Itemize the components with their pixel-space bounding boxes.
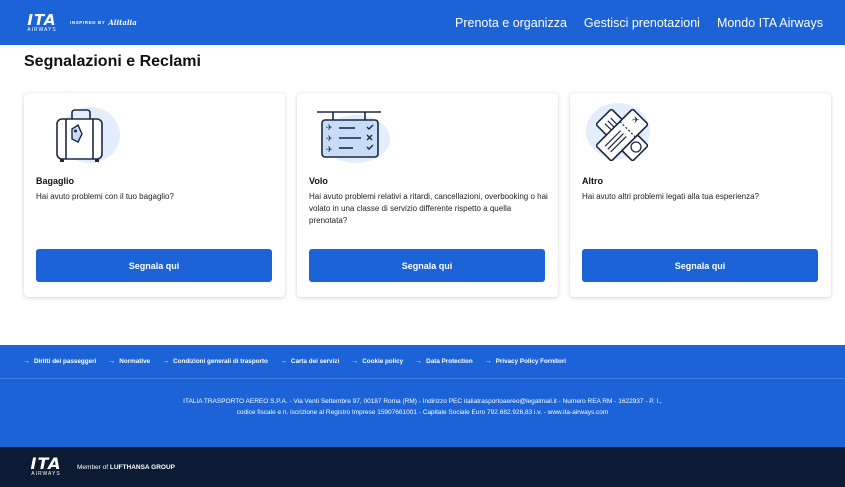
legal-text: ITALIA TRASPORTO AEREO S.P.A. - Via Vent… — [183, 398, 662, 416]
nav-gestisci[interactable]: Gestisci prenotazioni — [584, 16, 700, 30]
logo-text: ITA — [27, 10, 57, 29]
svg-text:✈: ✈ — [326, 123, 333, 132]
footer-link-privacy-fornitori[interactable]: → Privacy Policy Fornitori — [485, 358, 566, 365]
logo-subtext: AIRWAYS — [31, 471, 61, 477]
member-prefix: Member of — [77, 463, 109, 471]
inspired-by-label: INSPIRED BY — [70, 20, 106, 25]
footer-link-condizioni[interactable]: → Condizioni generali di trasporto — [162, 358, 268, 365]
card-title: Altro — [582, 176, 603, 186]
footer-link-label: Normative — [119, 358, 151, 365]
inspired-by-alitalia: INSPIRED BY Alitalia — [70, 18, 137, 27]
card-altro: ✈ Altro Hai avuto altri problemi legati … — [570, 93, 831, 297]
report-cards: Bagaglio Hai avuto problemi con il tuo b… — [24, 93, 831, 297]
card-bagaglio: Bagaglio Hai avuto problemi con il tuo b… — [24, 93, 285, 297]
card-title: Volo — [309, 176, 328, 186]
card-description: Hai avuto altri problemi legati alla tua… — [582, 192, 759, 201]
card-volo: ✈ ✈ ✈ Volo Hai avuto problemi relativi a… — [297, 93, 558, 297]
footer-link-carta[interactable]: → Carta dei servizi — [280, 358, 339, 365]
page-title: Segnalazioni e Reclami — [24, 53, 201, 70]
arrow-right-icon: → — [108, 358, 116, 365]
footer-link-label: Condizioni generali di trasporto — [173, 358, 268, 365]
footer-legal: ITALIA TRASPORTO AEREO S.P.A. - Via Vent… — [0, 379, 845, 447]
arrow-right-icon: → — [279, 358, 287, 365]
main-nav: Prenota e organizza Gestisci prenotazion… — [455, 16, 823, 30]
ita-airways-logo[interactable]: ITA AIRWAYS — [24, 10, 60, 33]
arrow-right-icon: → — [23, 358, 30, 365]
arrow-right-icon: → — [415, 358, 423, 365]
card-title: Bagaglio — [36, 176, 75, 186]
member-of-lufthansa: Member of LUFTHANSA GROUP — [77, 464, 175, 471]
card-description: Hai avuto problemi con il tuo bagaglio? — [36, 192, 174, 201]
segnala-volo-button[interactable]: Segnala qui — [309, 249, 545, 282]
member-group: LUFTHANSA GROUP — [109, 463, 176, 471]
luggage-icon — [56, 107, 120, 163]
top-header: ITA AIRWAYS INSPIRED BY Alitalia Prenota… — [0, 0, 845, 45]
logo-subtext: AIRWAYS — [27, 26, 57, 33]
svg-text:✈: ✈ — [326, 145, 333, 154]
ita-airways-footer-logo[interactable]: ITA AIRWAYS — [24, 454, 68, 478]
card-description: Hai avuto problemi relativi a ritardi, c… — [309, 192, 548, 225]
arrow-right-icon: → — [351, 358, 359, 365]
footer-bottom: ITA AIRWAYS Member of LUFTHANSA GROUP — [0, 447, 845, 487]
footer-link-cookie[interactable]: → Cookie policy — [351, 358, 403, 365]
footer-link-label: Cookie policy — [362, 358, 404, 365]
footer-link-data-protection[interactable]: → Data Protection — [415, 358, 473, 365]
segnala-altro-button[interactable]: Segnala qui — [582, 249, 818, 282]
footer-link-label: Privacy Policy Fornitori — [495, 358, 567, 365]
nav-prenota[interactable]: Prenota e organizza — [455, 16, 567, 30]
departures-board-icon: ✈ ✈ ✈ — [317, 111, 390, 163]
logo-text: ITA — [30, 454, 62, 473]
alitalia-brand: Alitalia — [108, 18, 137, 27]
footer-link-label: Carta dei servizi — [290, 358, 340, 365]
svg-text:✈: ✈ — [326, 134, 333, 143]
arrow-right-icon: → — [484, 358, 492, 365]
segnala-bagaglio-button[interactable]: Segnala qui — [36, 249, 272, 282]
footer-link-normative[interactable]: → Normative — [108, 358, 150, 365]
footer-link-label: Data Protection — [426, 358, 473, 365]
footer-links: → Diritti dei passeggeri → Normative → Cond… — [0, 345, 845, 379]
arrow-right-icon: → — [162, 358, 170, 365]
footer-link-label: Diritti dei passeggeri — [34, 358, 97, 365]
svg-text:✈: ✈ — [632, 116, 640, 126]
nav-mondo[interactable]: Mondo ITA Airways — [717, 16, 823, 30]
tickets-icon: ✈ — [586, 103, 650, 162]
footer-link-diritti[interactable]: → Diritti dei passeggeri — [23, 358, 96, 365]
